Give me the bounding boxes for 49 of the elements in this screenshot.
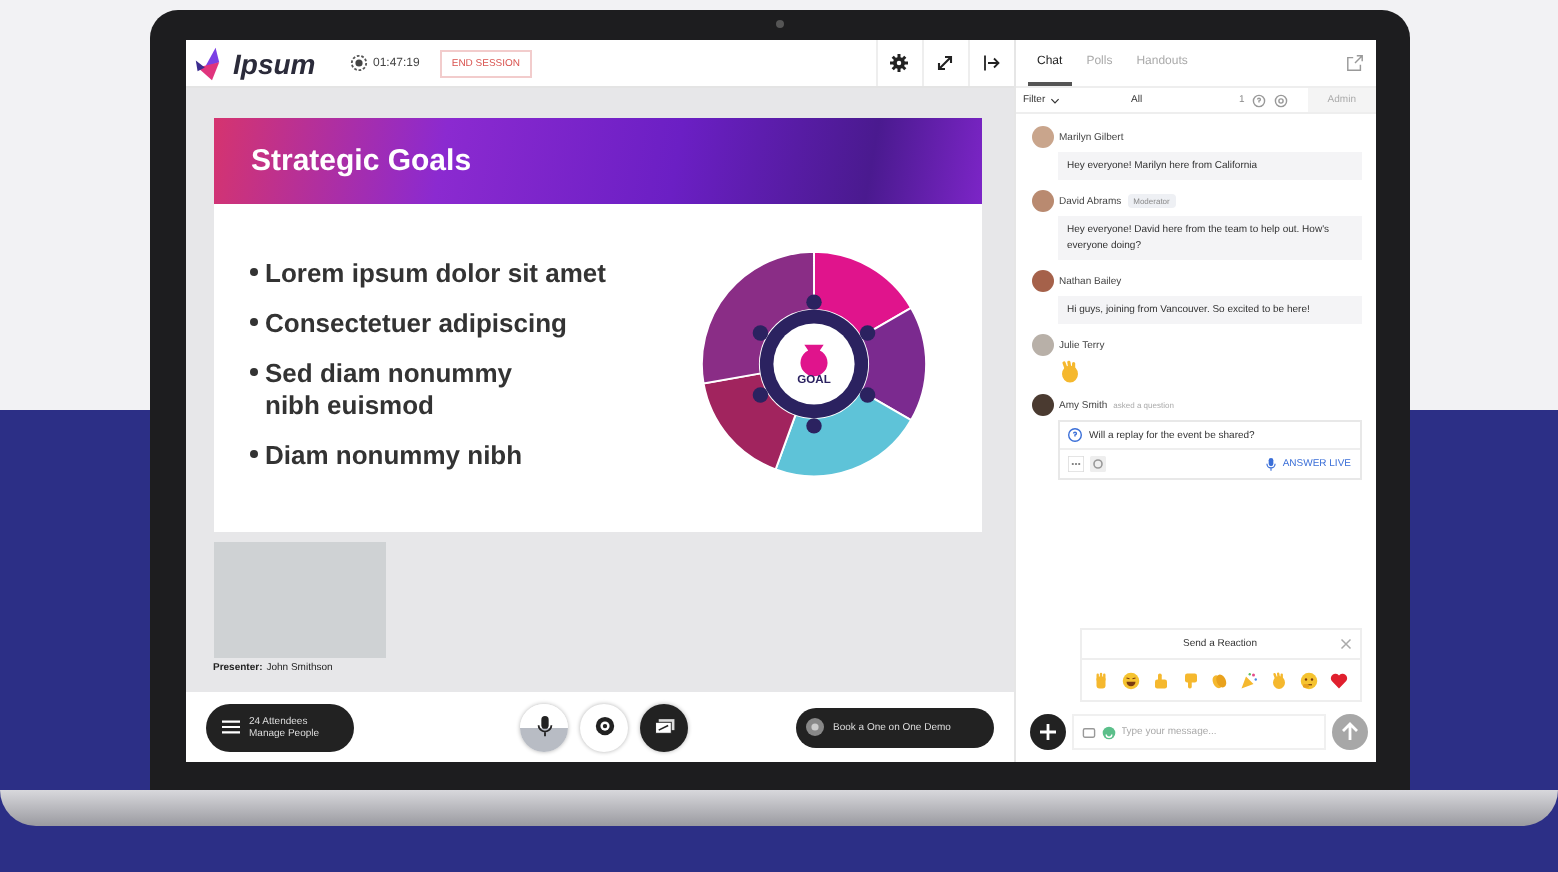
- settings-icon: [890, 54, 908, 72]
- question-icon: [1067, 428, 1081, 442]
- waving-hand-icon: [1057, 360, 1081, 384]
- slide-title: Strategic Goals: [251, 144, 472, 178]
- bullet-text: Lorem ipsum dolor sit amet: [265, 257, 606, 289]
- camera-icon: [775, 20, 783, 28]
- bullet-text: Diam nonummy nibh: [265, 439, 523, 471]
- waving-hand-icon[interactable]: [1269, 671, 1288, 689]
- popout-icon[interactable]: [1345, 54, 1363, 72]
- webcam-icon: [593, 716, 615, 738]
- more-icon[interactable]: [1067, 456, 1083, 472]
- microphone-icon: [533, 716, 555, 738]
- bullet-text: Consectetuer adipiscing: [265, 307, 567, 339]
- laughing-face-icon[interactable]: [1122, 671, 1141, 689]
- screen-share-icon: [653, 716, 675, 738]
- camera-button[interactable]: [580, 703, 628, 751]
- plus-icon[interactable]: [1029, 714, 1065, 750]
- thumbs-up-icon[interactable]: [1151, 671, 1170, 689]
- reply-icon[interactable]: [1089, 456, 1105, 472]
- heart-icon[interactable]: [1329, 671, 1347, 689]
- expand-icon: [936, 54, 954, 72]
- thinking-face-icon[interactable]: [1299, 671, 1318, 689]
- question-icon[interactable]: [1252, 93, 1267, 107]
- bullet-icon: [249, 267, 257, 275]
- party-popper-icon[interactable]: [1240, 671, 1259, 689]
- raised-hand-icon[interactable]: [1092, 671, 1111, 689]
- emoji-icon: [1101, 725, 1115, 739]
- chevron-down-icon: [1049, 97, 1060, 103]
- send-icon[interactable]: [1331, 714, 1367, 750]
- avatar: [1031, 394, 1053, 416]
- record-icon: [349, 54, 367, 72]
- avatar: [1031, 270, 1053, 292]
- avatar: [1031, 334, 1053, 356]
- gif-icon: [1081, 725, 1095, 739]
- microphone-button[interactable]: [520, 703, 568, 751]
- bullet-icon: [249, 367, 257, 375]
- thumbs-down-icon[interactable]: [1181, 671, 1200, 689]
- menu-icon: [221, 718, 239, 736]
- exit-icon: [982, 54, 1000, 72]
- bullet-icon: [249, 449, 257, 457]
- close-icon[interactable]: [1339, 638, 1351, 650]
- mention-icon[interactable]: [1274, 93, 1289, 107]
- avatar: [1031, 190, 1053, 212]
- app-logo: Ipsum: [233, 47, 316, 79]
- screen-share-button[interactable]: [640, 703, 688, 751]
- bullet-icon: [249, 317, 257, 325]
- microphone-icon: [1264, 457, 1279, 471]
- avatar: [1031, 126, 1053, 148]
- bullet-text: Sed diam nonummy nibh euismod: [265, 357, 513, 421]
